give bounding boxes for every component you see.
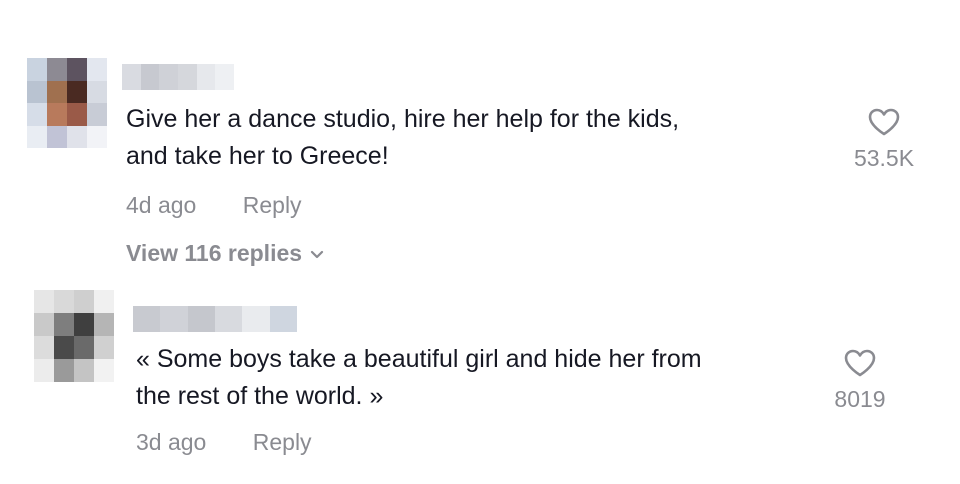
avatar-pixel bbox=[74, 290, 94, 313]
chevron-down-icon bbox=[310, 250, 324, 259]
comment-text-line: Give her a dance studio, hire her help f… bbox=[126, 105, 680, 133]
avatar[interactable] bbox=[34, 290, 114, 382]
avatar-pixel bbox=[34, 336, 54, 359]
avatar-pixel bbox=[94, 290, 114, 313]
username-blur-block bbox=[140, 64, 160, 90]
avatar-pixel bbox=[54, 313, 74, 336]
avatar-pixel bbox=[87, 103, 107, 126]
avatar-pixel bbox=[67, 80, 87, 103]
heart-outline-icon bbox=[868, 108, 900, 136]
avatar-pixel bbox=[27, 80, 47, 103]
avatar-pixel bbox=[94, 313, 114, 336]
heart-outline-icon bbox=[844, 349, 876, 377]
comment-text-line: and take her to Greece! bbox=[126, 142, 389, 170]
avatar-pixel bbox=[34, 359, 54, 382]
username[interactable] bbox=[133, 306, 297, 332]
avatar-pixel bbox=[47, 80, 67, 103]
comment-meta: 4d ago Reply bbox=[126, 192, 302, 219]
avatar-pixel bbox=[94, 336, 114, 359]
avatar-pixel bbox=[54, 336, 74, 359]
username-blur-block bbox=[242, 306, 270, 332]
timestamp: 3d ago bbox=[136, 429, 207, 455]
comment-meta: 3d ago Reply bbox=[136, 429, 312, 456]
comment-text-line: the rest of the world. » bbox=[136, 382, 384, 410]
like-button[interactable]: 8019 bbox=[812, 348, 908, 413]
avatar-pixel bbox=[67, 125, 87, 148]
username-blur-block bbox=[122, 64, 141, 90]
avatar-pixel bbox=[54, 290, 74, 313]
avatar-pixel bbox=[74, 313, 94, 336]
view-replies-label: View 116 replies bbox=[126, 240, 303, 266]
avatar-pixel bbox=[67, 103, 87, 126]
username-blur-block bbox=[177, 64, 197, 90]
reply-button[interactable]: Reply bbox=[243, 192, 302, 218]
like-count: 8019 bbox=[834, 386, 886, 412]
avatar-pixel bbox=[47, 125, 67, 148]
like-button[interactable]: 53.5K bbox=[836, 107, 932, 172]
avatar-pixel bbox=[94, 359, 114, 382]
username-blur-block bbox=[133, 306, 161, 332]
username-blur-block bbox=[215, 64, 234, 90]
comment-text: « Some boys take a beautiful girl and hi… bbox=[136, 341, 702, 415]
avatar[interactable] bbox=[27, 58, 107, 148]
comment-text-line: « Some boys take a beautiful girl and hi… bbox=[136, 345, 702, 373]
avatar-pixel bbox=[87, 58, 107, 81]
avatar-pixel bbox=[74, 336, 94, 359]
avatar-pixel bbox=[34, 290, 54, 313]
avatar-pixel bbox=[47, 103, 67, 126]
avatar-pixel bbox=[74, 359, 94, 382]
username[interactable] bbox=[122, 64, 234, 90]
reply-button[interactable]: Reply bbox=[253, 429, 312, 455]
avatar-pixel bbox=[27, 125, 47, 148]
avatar-pixel bbox=[27, 58, 47, 81]
timestamp: 4d ago bbox=[126, 192, 197, 218]
avatar-pixel bbox=[27, 103, 47, 126]
username-blur-block bbox=[215, 306, 243, 332]
comment-text: Give her a dance studio, hire her help f… bbox=[126, 101, 679, 175]
like-count: 53.5K bbox=[853, 145, 915, 171]
avatar-pixel bbox=[67, 58, 87, 81]
view-replies-button[interactable]: View 116 replies bbox=[126, 240, 324, 267]
username-blur-block bbox=[196, 64, 216, 90]
avatar-pixel bbox=[34, 313, 54, 336]
avatar-pixel bbox=[47, 58, 67, 81]
username-blur-block bbox=[160, 306, 188, 332]
avatar-pixel bbox=[87, 125, 107, 148]
avatar-pixel bbox=[87, 80, 107, 103]
username-blur-block bbox=[269, 306, 297, 332]
username-blur-block bbox=[187, 306, 215, 332]
avatar-pixel bbox=[54, 359, 74, 382]
username-blur-block bbox=[159, 64, 178, 90]
